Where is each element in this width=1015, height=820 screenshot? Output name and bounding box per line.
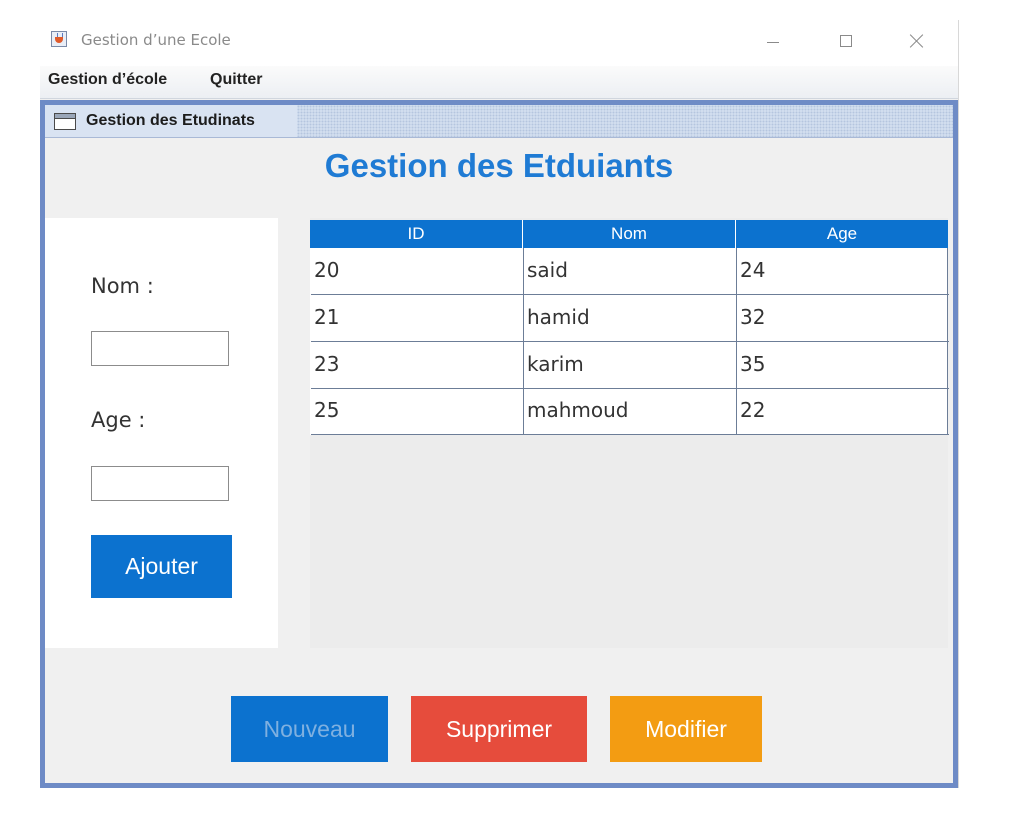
java-app-icon — [51, 31, 67, 47]
student-form-panel: Nom : Age : Ajouter — [45, 218, 278, 648]
internal-frame-title-area: Gestion des Etudinats — [45, 105, 297, 137]
minimize-icon[interactable] — [750, 26, 796, 58]
age-input[interactable] — [91, 466, 229, 501]
cell-id: 23 — [311, 342, 524, 388]
cell-nom: mahmoud — [524, 388, 737, 434]
new-button[interactable]: Nouveau — [231, 696, 388, 762]
table-header: ID Nom Age — [310, 220, 948, 248]
app-window: Gestion d’une Ecole Gestion d’école Quit… — [40, 20, 959, 788]
cell-age: 24 — [740, 258, 766, 282]
nom-input[interactable] — [91, 331, 229, 366]
column-header-id[interactable]: ID — [310, 220, 523, 248]
table-row[interactable]: 21 hamid 32 — [311, 295, 949, 342]
cell-nom: said — [524, 248, 737, 294]
column-header-age[interactable]: Age — [736, 220, 948, 248]
cell-nom: hamid — [524, 295, 737, 341]
cell-id: 20 — [311, 248, 524, 294]
menu-gestion-ecole[interactable]: Gestion d’école — [48, 71, 167, 89]
page-title: Gestion des Etduiants — [324, 147, 674, 184]
internal-frame: Gestion des Etudinats Gestion des Etduia… — [40, 100, 958, 788]
column-header-nom[interactable]: Nom — [523, 220, 736, 248]
table-row[interactable]: 23 karim 35 — [311, 342, 949, 389]
cell-age: 32 — [740, 305, 766, 329]
window-icon — [54, 113, 76, 130]
menu-quitter[interactable]: Quitter — [210, 71, 262, 89]
cell-age: 22 — [740, 398, 766, 422]
internal-frame-title: Gestion des Etudinats — [86, 112, 255, 129]
cell-age: 35 — [740, 352, 766, 376]
cell-id: 21 — [311, 295, 524, 341]
window-title: Gestion d’une Ecole — [81, 31, 231, 49]
window-titlebar[interactable]: Gestion d’une Ecole — [40, 20, 958, 66]
table-row[interactable]: 25 mahmoud 22 — [311, 388, 949, 435]
internal-frame-titlebar[interactable]: Gestion des Etudinats — [45, 105, 953, 138]
students-table: ID Nom Age 20 said 24 21 hamid 32 23 kar… — [310, 218, 949, 648]
menu-bar: Gestion d’école Quitter — [40, 66, 958, 99]
close-icon[interactable] — [894, 26, 940, 58]
cell-nom: karim — [524, 342, 737, 388]
nom-label: Nom : — [91, 274, 154, 298]
maximize-icon[interactable] — [823, 26, 869, 58]
delete-button[interactable]: Supprimer — [411, 696, 587, 762]
edit-button[interactable]: Modifier — [610, 696, 762, 762]
add-button[interactable]: Ajouter — [91, 535, 232, 598]
cell-id: 25 — [311, 388, 524, 434]
table-body: 20 said 24 21 hamid 32 23 karim 35 25 ma… — [310, 248, 949, 435]
age-label: Age : — [91, 408, 146, 432]
frame-content: Gestion des Etduiants Nom : Age : Ajoute… — [45, 138, 953, 783]
table-row[interactable]: 20 said 24 — [311, 248, 949, 295]
